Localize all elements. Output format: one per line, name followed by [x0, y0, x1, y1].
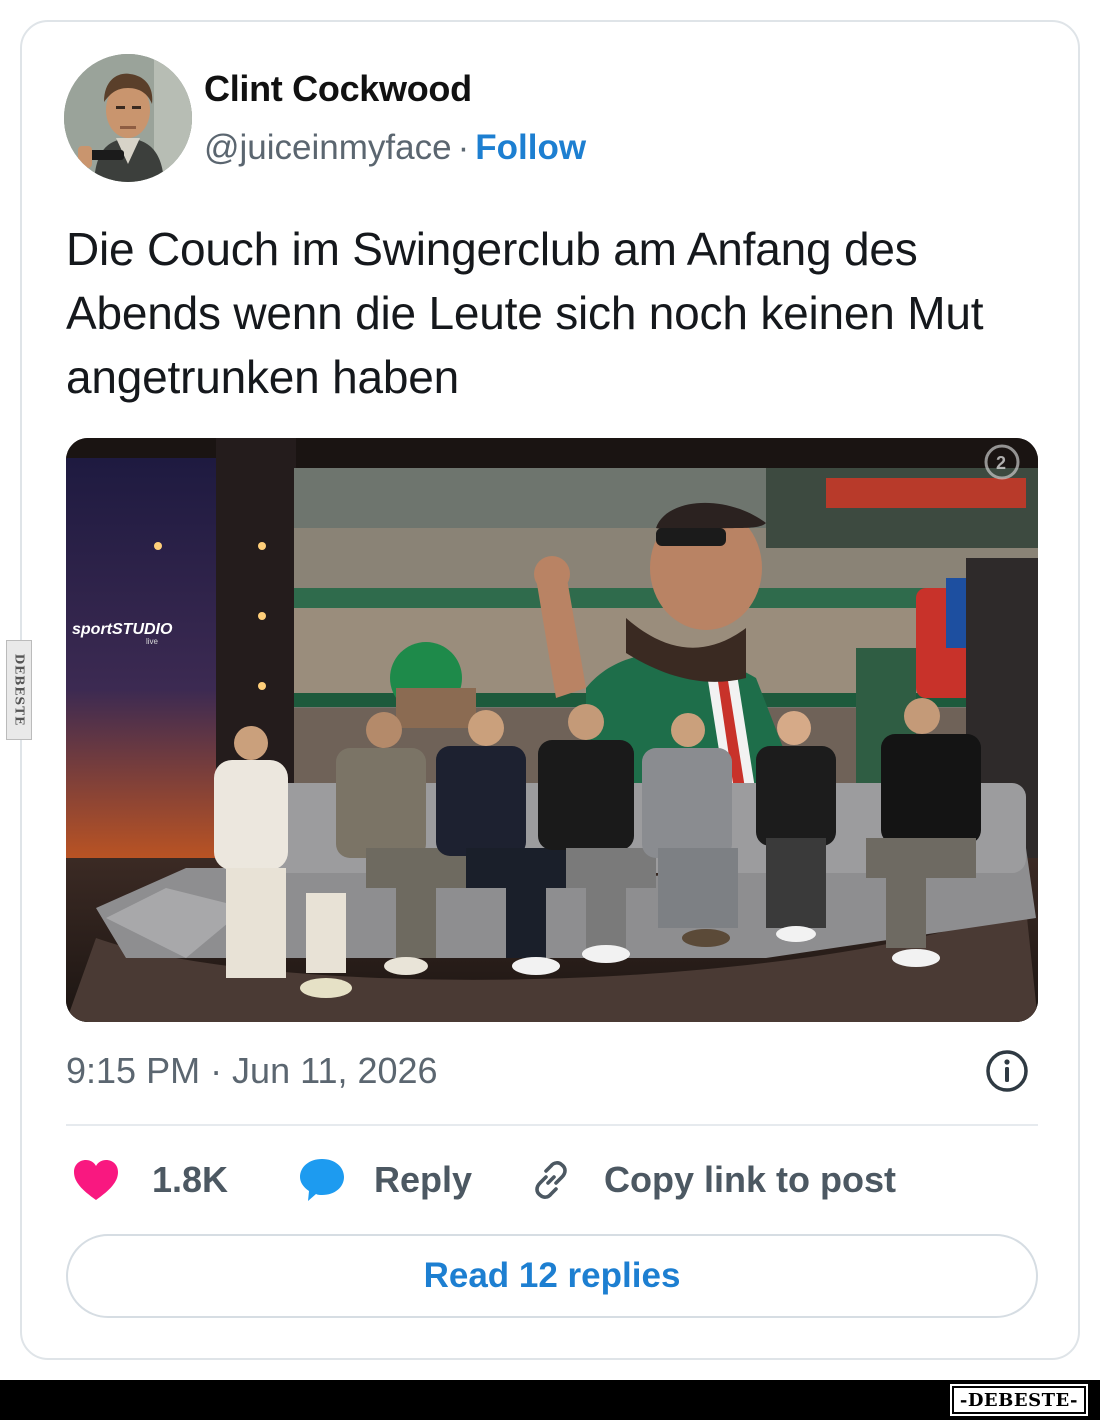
footer-bar: -DEBESTE-	[0, 1380, 1100, 1420]
footer-logo: -DEBESTE-	[949, 1384, 1089, 1416]
sportstudio-logo-sub: live	[146, 637, 159, 646]
speech-bubble-icon	[300, 1159, 344, 1201]
copy-link-label: Copy link to post	[604, 1159, 896, 1200]
side-watermark-text: DEBESTE	[12, 653, 26, 727]
sportstudio-logo: sportSTUDIO	[72, 621, 173, 638]
post-text: Die Couch im Swingerclub am Anfang des A…	[66, 223, 984, 403]
post-card: Clint Cockwood @juiceinmyface · Follow Die…	[20, 20, 1080, 1360]
post-actions: 1.8K Reply Copy link to post	[66, 1152, 1038, 1208]
like-button[interactable]: 1.8K	[72, 1152, 228, 1208]
follow-button[interactable]: Follow	[475, 128, 586, 167]
post-media[interactable]: sportSTUDIO live 2	[66, 438, 1038, 1022]
side-watermark: DEBESTE	[6, 640, 32, 740]
author-display-name[interactable]: Clint Cockwood	[204, 68, 472, 110]
author-handle-line: @juiceinmyface · Follow	[204, 128, 586, 168]
read-replies-button[interactable]: Read 12 replies	[66, 1234, 1038, 1318]
channel-bug: 2	[996, 453, 1006, 473]
read-replies-label: Read 12 replies	[423, 1256, 681, 1295]
reply-button[interactable]: Reply	[298, 1152, 472, 1208]
media-image: sportSTUDIO live 2	[66, 438, 1038, 1022]
divider	[66, 1124, 1038, 1126]
heart-icon	[74, 1160, 118, 1200]
copy-link-button[interactable]: Copy link to post	[528, 1152, 896, 1208]
author-handle[interactable]: @juiceinmyface	[204, 128, 452, 167]
footer-logo-text: -DEBESTE-	[959, 1389, 1078, 1411]
post-timestamp[interactable]: 9:15 PM · Jun 11, 2026	[66, 1050, 438, 1092]
avatar-image	[64, 54, 192, 182]
like-count: 1.8K	[152, 1159, 229, 1200]
reply-label: Reply	[374, 1159, 473, 1200]
handle-separator: ·	[457, 128, 470, 167]
link-icon	[535, 1161, 567, 1199]
info-icon[interactable]	[984, 1048, 1030, 1094]
avatar[interactable]	[64, 54, 192, 182]
